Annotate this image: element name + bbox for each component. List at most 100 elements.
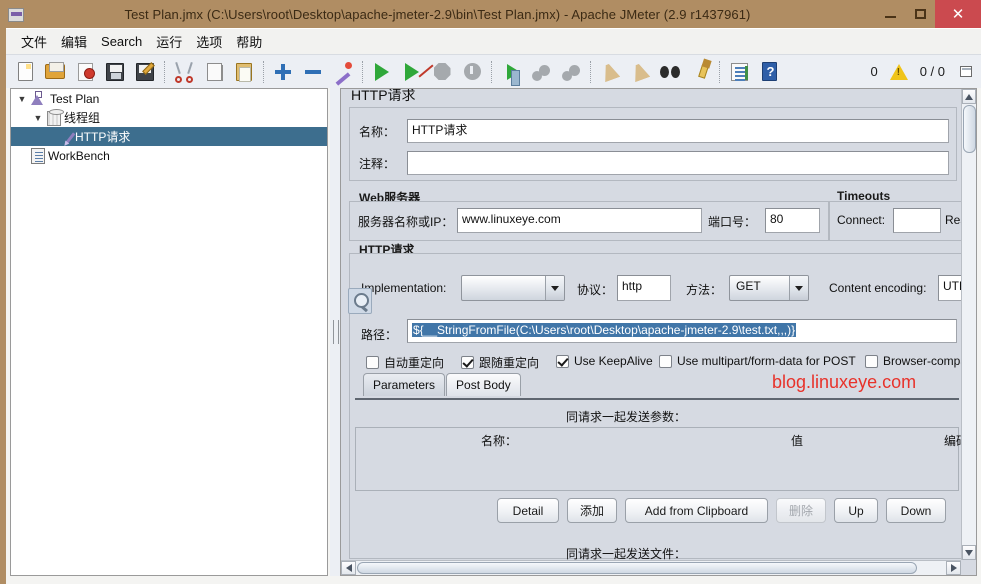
maximize-button[interactable] <box>905 0 935 28</box>
toolbar-separator <box>590 61 591 83</box>
minimize-button[interactable] <box>875 0 905 28</box>
paste-button[interactable] <box>229 57 259 87</box>
start-no-pauses-button[interactable] <box>397 57 427 87</box>
scroll-up-icon[interactable] <box>962 89 976 104</box>
menu-help[interactable]: 帮助 <box>229 29 269 54</box>
chevron-down-icon[interactable] <box>789 276 808 300</box>
checkbox-box <box>461 356 474 369</box>
stop-button[interactable] <box>427 57 457 87</box>
title-bar: Test Plan.jmx (C:\Users\root\Desktop\apa… <box>0 0 981 28</box>
scroll-down-icon[interactable] <box>962 545 976 560</box>
menu-bar: 文件 编辑 Search 运行 选项 帮助 <box>6 28 981 54</box>
save-as-button[interactable] <box>130 57 160 87</box>
scroll-left-icon[interactable] <box>341 561 356 575</box>
chevron-down-icon[interactable] <box>545 276 564 300</box>
test-plan-tree[interactable]: ▼ Test Plan ▼ 线程组 HTTP请求 WorkBench <box>10 88 328 576</box>
vertical-scrollbar[interactable] <box>961 89 976 560</box>
protocol-label: 协议： <box>577 281 613 298</box>
menu-file[interactable]: 文件 <box>14 29 54 54</box>
path-label: 路径： <box>361 326 397 343</box>
function-helper-button[interactable] <box>724 57 754 87</box>
server-input[interactable]: www.linuxeye.com <box>457 208 702 233</box>
horizontal-scrollbar[interactable] <box>341 560 961 575</box>
log-panel-toggle[interactable] <box>951 57 981 87</box>
main-content: ▼ Test Plan ▼ 线程组 HTTP请求 WorkBench <box>6 88 981 584</box>
clear-button[interactable] <box>595 57 625 87</box>
column-header-name: 名称： <box>481 432 517 449</box>
connect-timeout-input[interactable] <box>893 208 941 233</box>
tree-node-label: 线程组 <box>64 109 100 126</box>
magnifier-icon[interactable] <box>348 288 372 314</box>
menu-run[interactable]: 运行 <box>149 29 189 54</box>
thread-group-icon <box>47 111 61 126</box>
shutdown-button[interactable] <box>457 57 487 87</box>
chevron-down-icon[interactable]: ▼ <box>15 94 29 104</box>
open-recent-icon <box>78 63 93 81</box>
comment-input[interactable] <box>407 151 949 175</box>
help-button[interactable] <box>754 57 784 87</box>
clear-icon <box>600 61 621 82</box>
delete-button: 删除 <box>776 498 826 523</box>
horizontal-scroll-thumb[interactable] <box>357 562 917 574</box>
start-button[interactable] <box>367 57 397 87</box>
method-label: 方法： <box>686 281 722 298</box>
port-input[interactable]: 80 <box>765 208 820 233</box>
warning-indicator[interactable] <box>884 57 914 87</box>
cut-button[interactable] <box>169 57 199 87</box>
protocol-input[interactable]: http <box>617 275 671 301</box>
checkbox-browser-compatible[interactable]: Browser-compati <box>865 354 973 368</box>
remote-stop-button[interactable] <box>526 57 556 87</box>
down-button[interactable]: Down <box>886 498 946 523</box>
copy-icon <box>210 65 223 81</box>
add-from-clipboard-button[interactable]: Add from Clipboard <box>625 498 768 523</box>
close-button[interactable]: ✕ <box>935 0 981 28</box>
reset-search-button[interactable] <box>685 57 715 87</box>
toggle-button[interactable] <box>328 57 358 87</box>
new-button[interactable] <box>10 57 40 87</box>
workbench-icon <box>31 148 45 164</box>
checkbox-use-multipart[interactable]: Use multipart/form-data for POST <box>659 354 856 368</box>
up-button[interactable]: Up <box>834 498 878 523</box>
detail-button[interactable]: Detail <box>497 498 559 523</box>
tab-parameters[interactable]: Parameters <box>363 373 445 396</box>
expand-all-button[interactable] <box>268 57 298 87</box>
method-select[interactable]: GET <box>729 275 809 301</box>
search-button[interactable] <box>655 57 685 87</box>
checkbox-auto-redirect[interactable]: 自动重定向 <box>366 354 444 371</box>
path-input[interactable]: ${__StringFromFile(C:\Users\root\Desktop… <box>407 319 957 343</box>
open-button[interactable] <box>40 57 70 87</box>
tree-node-workbench[interactable]: WorkBench <box>11 146 327 165</box>
remote-stop-icon <box>539 65 550 76</box>
collapse-all-button[interactable] <box>298 57 328 87</box>
checkbox-follow-redirect[interactable]: 跟随重定向 <box>461 354 539 371</box>
tree-node-http-request[interactable]: HTTP请求 <box>11 127 327 146</box>
implementation-select[interactable] <box>461 275 565 301</box>
scroll-right-icon[interactable] <box>946 561 961 575</box>
tree-node-test-plan[interactable]: ▼ Test Plan <box>11 89 327 108</box>
name-input[interactable]: HTTP请求 <box>407 119 949 143</box>
remote-shutdown-button[interactable] <box>556 57 586 87</box>
menu-search[interactable]: Search <box>94 31 149 52</box>
checkbox-use-keepalive[interactable]: Use KeepAlive <box>556 354 653 368</box>
remote-start-button[interactable] <box>496 57 526 87</box>
watermark: blog.linuxeye.com <box>772 372 916 393</box>
tab-post-body[interactable]: Post Body <box>446 373 521 396</box>
parameters-table[interactable]: 名称： 值 编码 <box>355 427 959 491</box>
remote-start-icon <box>507 64 520 80</box>
chevron-down-icon[interactable]: ▼ <box>31 113 45 123</box>
tree-node-thread-group[interactable]: ▼ 线程组 <box>11 108 327 127</box>
tree-node-label: WorkBench <box>48 149 110 163</box>
clear-all-button[interactable] <box>625 57 655 87</box>
split-divider[interactable] <box>330 88 340 576</box>
copy-button[interactable] <box>199 57 229 87</box>
checkbox-label: Use multipart/form-data for POST <box>677 354 856 368</box>
add-button[interactable]: 添加 <box>567 498 617 523</box>
params-section-label: 同请求一起发送参数： <box>566 408 686 425</box>
menu-options[interactable]: 选项 <box>189 29 229 54</box>
save-button[interactable] <box>100 57 130 87</box>
open-recent-button[interactable] <box>70 57 100 87</box>
search-icon <box>659 61 681 83</box>
open-icon <box>45 64 65 79</box>
menu-edit[interactable]: 编辑 <box>54 29 94 54</box>
vertical-scroll-thumb[interactable] <box>963 105 976 153</box>
